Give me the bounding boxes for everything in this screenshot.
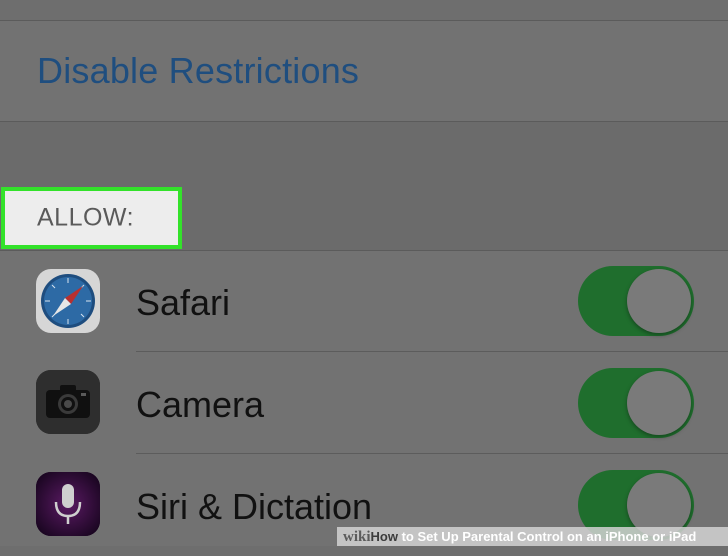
siri-icon	[36, 472, 100, 536]
toggle-knob	[627, 371, 691, 435]
siri-label: Siri & Dictation	[136, 486, 373, 527]
watermark: wikiHow to Set Up Parental Control on an…	[337, 527, 728, 546]
allow-list: Safari Camera Siri & Dictation	[0, 250, 728, 546]
disable-restrictions-row[interactable]: Disable Restrictions	[0, 21, 728, 121]
camera-icon	[36, 370, 100, 434]
safari-label: Safari	[136, 282, 231, 323]
watermark-title: to Set Up Parental Control on an iPhone …	[397, 529, 697, 544]
camera-toggle[interactable]	[578, 368, 694, 438]
watermark-how: How	[370, 529, 398, 544]
top-band	[0, 0, 728, 20]
safari-icon	[36, 269, 100, 333]
list-item-camera: Camera	[0, 352, 728, 454]
watermark-wiki: wiki	[343, 529, 371, 545]
safari-toggle[interactable]	[578, 266, 694, 336]
camera-label: Camera	[136, 384, 265, 425]
list-item-safari: Safari	[0, 250, 728, 352]
toggle-knob	[627, 269, 691, 333]
allow-section-header: ALLOW:	[1, 187, 182, 249]
allow-header-label: ALLOW:	[37, 203, 135, 232]
disable-restrictions-button[interactable]: Disable Restrictions	[37, 50, 359, 92]
